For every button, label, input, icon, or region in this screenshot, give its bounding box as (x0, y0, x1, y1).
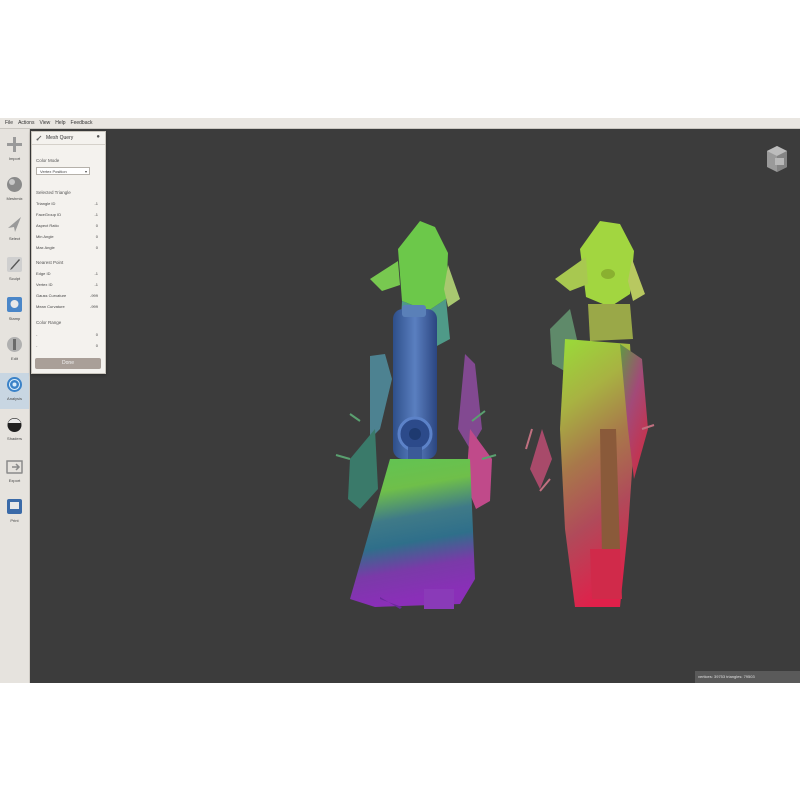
row-value: 0 (95, 223, 98, 228)
row-label: Aspect Ratio (36, 223, 59, 228)
row-label: Min Angle (36, 234, 54, 239)
panel-title: Mesh Query (46, 135, 74, 141)
query-icon (36, 135, 42, 141)
row-value: -999 (89, 293, 98, 298)
tool-label: Select (8, 236, 21, 241)
triangle-row: Min Angle 0 (36, 234, 98, 239)
row-label: Triangle ID (36, 201, 56, 206)
menu-actions[interactable]: Actions (18, 118, 34, 128)
menu-feedback[interactable]: Feedback (71, 118, 93, 128)
triangle-row: Triangle ID -1 (36, 201, 98, 206)
row-label: Max Angle (36, 245, 55, 250)
plus-icon (7, 137, 22, 152)
tool-label: Shaders (7, 436, 22, 441)
point-row: Edge ID -1 (36, 271, 98, 276)
menu-bar: File Actions View Help Feedback (0, 118, 800, 129)
menu-help[interactable]: Help (55, 118, 65, 128)
row-value: 0 (95, 245, 98, 250)
triangle-row: FaceGroup ID -1 (36, 212, 98, 217)
tool-label: Sculpt (8, 276, 21, 281)
menu-view[interactable]: View (39, 118, 50, 128)
row-label: Gauss Curvature (36, 293, 67, 298)
color-mode-value: Vertex Position (40, 169, 67, 174)
tool-label: Export (8, 478, 21, 483)
row-value: 0 (95, 343, 98, 348)
edit-sphere-icon (7, 337, 22, 352)
row-value: -1 (94, 271, 98, 276)
panel-header: Mesh Query ● (32, 132, 105, 145)
tool-label: Meshmix (6, 196, 23, 201)
tool-import[interactable]: Import (0, 133, 29, 169)
help-icon[interactable]: ● (96, 134, 100, 140)
row-label: Vertex ID (36, 282, 53, 287)
tool-select[interactable]: Select (0, 213, 29, 249)
tool-label: Stamp (8, 316, 21, 321)
tool-stamp[interactable]: Stamp (0, 293, 29, 329)
tool-label: Import (8, 156, 21, 161)
done-button[interactable]: Done (35, 358, 101, 369)
character-back-view[interactable] (335, 221, 497, 609)
point-row: Vertex ID -1 (36, 282, 98, 287)
tool-print[interactable]: Print (0, 495, 29, 531)
row-value: 0 (95, 332, 98, 337)
color-range-label: Color Range (36, 320, 62, 325)
print-icon (7, 499, 22, 514)
tool-shaders[interactable]: Shaders (0, 413, 29, 449)
tool-sculpt[interactable]: Sculpt (0, 253, 29, 289)
sphere-icon (7, 177, 22, 192)
triangle-row: Aspect Ratio 0 (36, 223, 98, 228)
shader-ball-icon (7, 418, 22, 432)
cursor-arrow-icon (8, 217, 21, 232)
row-label: Edge ID (36, 271, 51, 276)
row-label: - (36, 343, 38, 348)
row-label: Mean Curvature (36, 304, 65, 309)
character-front-view[interactable] (525, 221, 655, 607)
color-mode-label: Color Mode (36, 158, 60, 163)
range-row[interactable]: -0 (36, 332, 98, 337)
row-value: -999 (89, 304, 98, 309)
range-row[interactable]: -0 (36, 343, 98, 348)
tool-label: Edit (11, 356, 18, 361)
tool-sidebar: Import Meshmix Select Sculpt Stamp Edit … (0, 129, 30, 683)
tool-label: Analysis (7, 396, 22, 401)
nearest-point-label: Nearest Point (36, 260, 64, 265)
row-value: -1 (94, 282, 98, 287)
row-label: - (36, 332, 38, 337)
export-icon (6, 460, 23, 474)
row-value: -1 (94, 201, 98, 206)
tool-edit[interactable]: Edit (0, 333, 29, 369)
analysis-globe-icon (7, 377, 22, 392)
tool-export[interactable]: Export (0, 455, 29, 491)
tool-analysis[interactable]: Analysis (0, 373, 29, 409)
chevron-down-icon: ▾ (84, 169, 87, 174)
status-bar: vertices: 39753 triangles: 79503 (695, 671, 800, 683)
app-window: File Actions View Help Feedback Import M… (0, 118, 800, 683)
mesh-query-panel: Mesh Query ● Color Mode Vertex Position … (31, 131, 106, 374)
row-value: -1 (94, 212, 98, 217)
color-mode-dropdown[interactable]: Vertex Position ▾ (36, 167, 90, 175)
triangle-row: Max Angle 0 (36, 245, 98, 250)
row-value: 0 (95, 234, 98, 239)
3d-viewport[interactable] (30, 129, 800, 683)
stamp-icon (7, 297, 22, 312)
view-cube-icon[interactable] (764, 143, 790, 173)
selected-triangle-label: Selected Triangle (36, 190, 71, 195)
tool-meshmix[interactable]: Meshmix (0, 173, 29, 209)
point-row: Mean Curvature -999 (36, 304, 98, 309)
brush-icon (7, 257, 22, 272)
menu-file[interactable]: File (5, 118, 13, 128)
point-row: Gauss Curvature -999 (36, 293, 98, 298)
tool-label: Print (10, 518, 19, 523)
row-label: FaceGroup ID (36, 212, 62, 217)
